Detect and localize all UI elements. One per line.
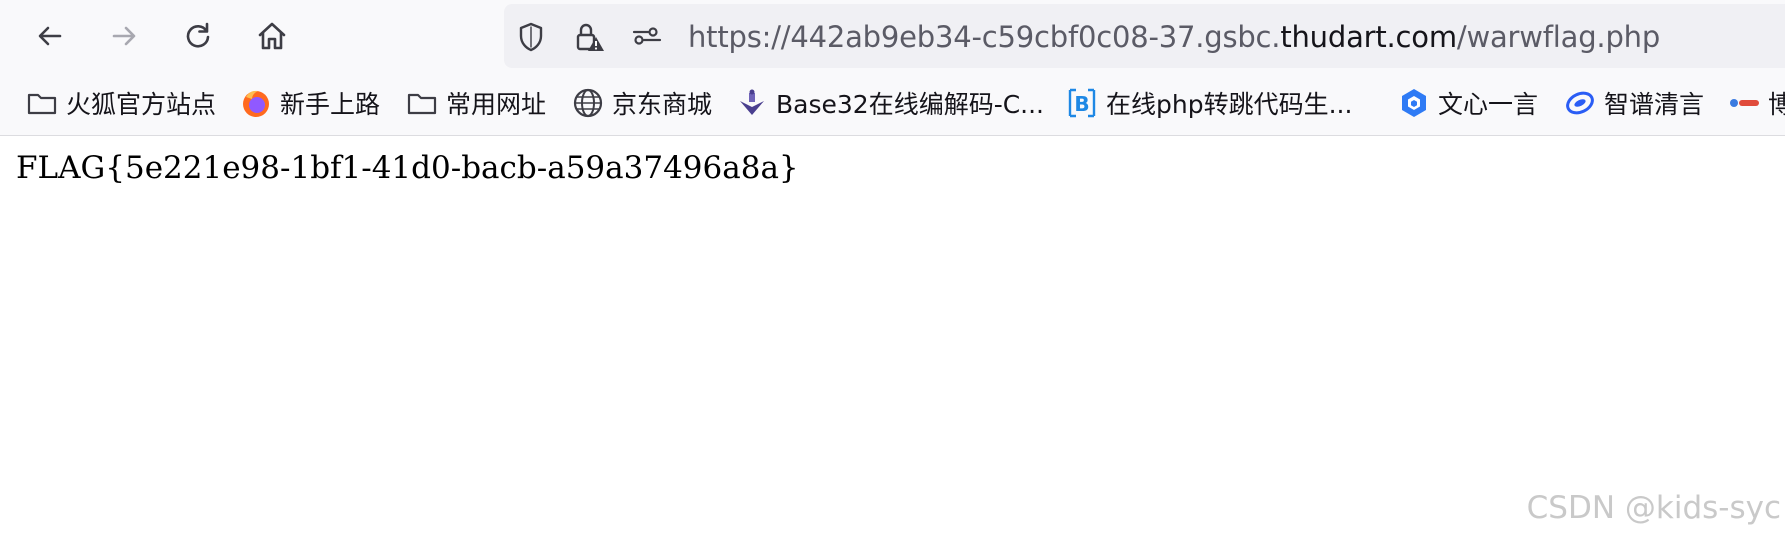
bookmark-label: 在线php转跳代码生... — [1106, 90, 1353, 119]
site-logo-icon — [736, 87, 768, 119]
svg-text:B: B — [1074, 92, 1089, 116]
url-bar[interactable]: https://442ab9eb34-c59cbf0c08-37.gsbc.th… — [504, 4, 1785, 68]
bookmark-label: 新手上路 — [280, 90, 381, 119]
bookmark-label: 文心一言 — [1438, 90, 1539, 119]
home-button[interactable] — [248, 12, 296, 60]
shield-icon[interactable] — [514, 20, 548, 54]
globe-icon — [572, 87, 604, 119]
bookmark-firefox-official[interactable]: 火狐官方站点 — [26, 83, 216, 123]
forward-button[interactable] — [100, 12, 148, 60]
browser-toolbar: https://442ab9eb34-c59cbf0c08-37.gsbc.th… — [0, 0, 1785, 72]
bookmark-base32[interactable]: Base32在线编解码-C... — [736, 83, 1044, 123]
url-suffix: /warwflag.php — [1456, 20, 1661, 54]
bookmark-label: 常用网址 — [446, 90, 547, 119]
flag-text: FLAG{5e221e98-1bf1-41d0-bacb-a59a37496a8… — [16, 150, 799, 186]
bookmark-common-sites[interactable]: 常用网址 — [406, 83, 546, 123]
home-icon — [258, 22, 286, 50]
arrow-right-icon — [112, 26, 136, 46]
reload-button[interactable] — [174, 12, 222, 60]
bookmark-label: 智谱清言 — [1604, 90, 1705, 119]
bookmark-label: 京东商城 — [612, 90, 713, 119]
blog-icon — [1728, 87, 1760, 119]
firefox-icon — [240, 87, 272, 119]
url-text[interactable]: https://442ab9eb34-c59cbf0c08-37.gsbc.th… — [688, 19, 1660, 55]
csdn-watermark: CSDN @kids-syc — [1526, 490, 1781, 526]
bookmark-blog[interactable]: 博 — [1728, 83, 1785, 123]
bookmark-wenxin[interactable]: 文心一言 — [1398, 83, 1538, 123]
bookmark-getting-started[interactable]: 新手上路 — [240, 83, 380, 123]
b-logo-icon: B — [1066, 87, 1098, 119]
bookmark-jd[interactable]: 京东商城 — [572, 83, 712, 123]
url-domain: thudart.com — [1280, 20, 1457, 54]
bookmark-php-redirect[interactable]: B 在线php转跳代码生... — [1066, 83, 1352, 123]
back-button[interactable] — [26, 12, 74, 60]
wenxin-icon — [1398, 87, 1430, 119]
bookmark-label: Base32在线编解码-C... — [776, 90, 1045, 119]
bookmark-label: 博 — [1768, 90, 1785, 119]
permissions-icon[interactable] — [630, 20, 664, 54]
zhipu-icon — [1564, 87, 1596, 119]
arrow-left-icon — [38, 26, 62, 46]
insecure-lock-icon[interactable] — [572, 20, 606, 54]
bookmark-zhipu[interactable]: 智谱清言 — [1564, 83, 1704, 123]
folder-icon — [26, 87, 58, 119]
url-prefix: https://442ab9eb34-c59cbf0c08-37.gsbc. — [688, 20, 1281, 54]
bookmark-label: 火狐官方站点 — [66, 90, 217, 119]
folder-icon — [406, 87, 438, 119]
bookmarks-toolbar: 火狐官方站点 新手上路 常用网址 京东商城 Base32在线编解码-C... B… — [0, 72, 1785, 136]
reload-icon — [186, 22, 210, 48]
